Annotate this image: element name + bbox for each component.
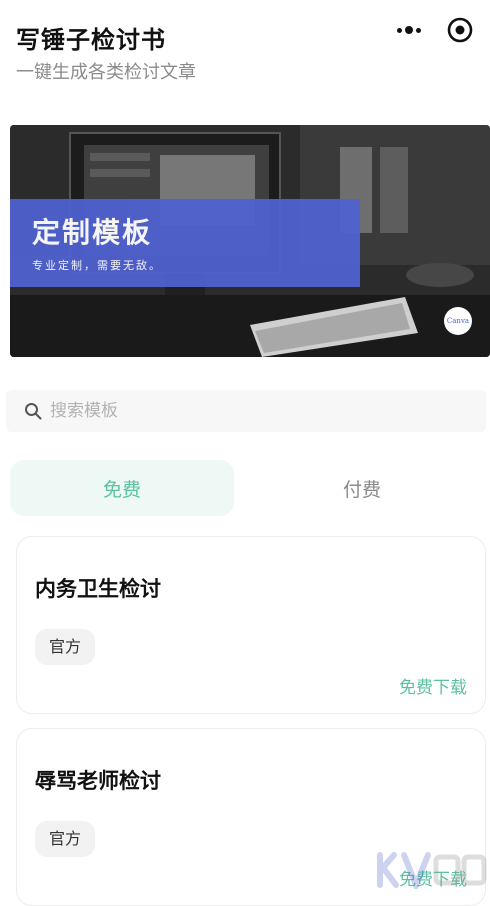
app-title: 写锤子检讨书 xyxy=(16,26,166,54)
more-dots-icon-right xyxy=(416,27,421,33)
close-mini-program-button[interactable] xyxy=(446,16,474,44)
mini-program-capsule xyxy=(390,14,474,46)
banner-heading: 定制模板 xyxy=(32,216,153,249)
free-download-link[interactable]: 免费下载 xyxy=(399,673,467,698)
more-button[interactable] xyxy=(394,16,424,44)
template-tabs: 免费 付费 xyxy=(10,460,482,516)
search-input[interactable] xyxy=(50,390,470,432)
template-title: 辱骂老师检讨 xyxy=(35,769,161,793)
more-dots-icon-center xyxy=(405,26,413,34)
tab-paid[interactable]: 付费 xyxy=(250,460,474,516)
official-tag: 官方 xyxy=(35,821,96,857)
template-card[interactable]: 内务卫生检讨 官方 免费下载 xyxy=(16,536,486,714)
search-bar[interactable] xyxy=(6,390,486,432)
app-subtitle: 一键生成各类检讨文章 xyxy=(16,62,196,83)
target-circle-icon xyxy=(447,17,473,43)
search-icon xyxy=(25,403,42,420)
official-tag: 官方 xyxy=(35,629,96,665)
banner-overlay: 定制模板 专业定制，需要无敌。 xyxy=(10,199,360,287)
template-title: 内务卫生检讨 xyxy=(35,577,161,601)
promo-banner[interactable]: 定制模板 专业定制，需要无敌。 Canva xyxy=(10,125,490,357)
watermark-logo xyxy=(377,852,487,889)
page-header: 写锤子检讨书 一键生成各类检讨文章 xyxy=(16,14,474,84)
more-dots-icon xyxy=(397,27,402,33)
tab-free[interactable]: 免费 xyxy=(10,460,234,516)
banner-tagline: 专业定制，需要无敌。 xyxy=(32,259,162,272)
canva-logo: Canva xyxy=(444,307,472,335)
